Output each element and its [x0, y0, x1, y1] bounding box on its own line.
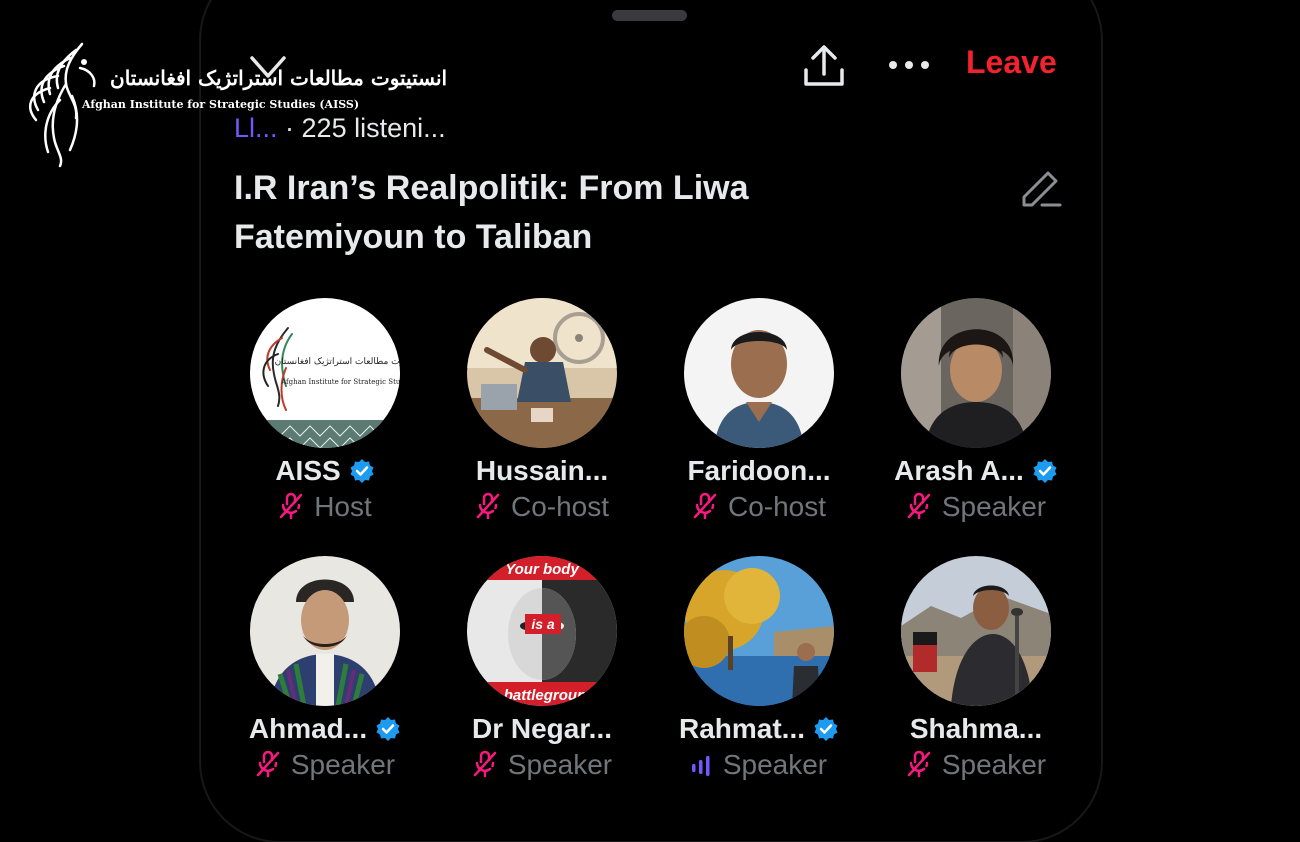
poster-text-top: Your body — [505, 561, 579, 578]
more-icon[interactable] — [887, 55, 931, 75]
speaking-bars-icon — [691, 756, 710, 776]
participant-name: Rahmat... — [664, 713, 854, 745]
avatar[interactable]: انستیتوت مطالعات استراتژیک افغانستان Afg… — [250, 298, 400, 448]
role-text: Co-host — [727, 491, 827, 522]
leave-button[interactable]: Leave — [966, 44, 1057, 81]
role-text: Speaker — [941, 491, 1047, 522]
name-text: Faridoon... — [687, 455, 831, 486]
participant-role: Co-host — [447, 491, 637, 523]
participant-hussain[interactable]: Hussain... Co-host — [447, 298, 664, 528]
avatar[interactable] — [684, 298, 834, 448]
participant-shahma[interactable]: Shahma... Speaker — [881, 556, 1098, 786]
name-text: Arash A... — [894, 455, 1024, 486]
participant-faridoon[interactable]: Faridoon... Co-host — [664, 298, 881, 528]
mic-off-icon — [476, 492, 500, 520]
space-meta: Ll... · 225 listeni... — [234, 113, 446, 144]
avatar[interactable] — [901, 556, 1051, 706]
verified-badge-icon — [1033, 459, 1057, 483]
participant-name: Dr Negar... — [447, 713, 637, 745]
participant-role: Speaker — [881, 749, 1071, 781]
role-text: Host — [314, 491, 372, 522]
participant-aiss[interactable]: انستیتوت مطالعات استراتژیک افغانستان Afg… — [230, 298, 447, 528]
participant-rahmat[interactable]: Rahmat... Speaker — [664, 556, 881, 786]
poster-text-mid: is a — [531, 616, 555, 632]
mic-off-icon — [256, 750, 280, 778]
participant-name: Shahma... — [881, 713, 1071, 745]
participant-name: Hussain... — [447, 455, 637, 487]
mic-off-icon — [907, 750, 931, 778]
mic-off-icon — [907, 492, 931, 520]
participant-arash[interactable]: Arash A... Speaker — [881, 298, 1098, 528]
poster-text-bottom: battlegroun — [504, 687, 587, 704]
participant-role: Speaker — [881, 491, 1071, 523]
share-icon[interactable] — [800, 44, 848, 88]
participant-role: Co-host — [664, 491, 854, 523]
avatar[interactable] — [901, 298, 1051, 448]
chevron-down-icon[interactable] — [248, 52, 288, 82]
avatar[interactable]: Your body is a battlegroun — [467, 556, 617, 706]
role-text: Speaker — [941, 749, 1047, 780]
name-text: Shahma... — [909, 713, 1043, 744]
participant-role: Speaker — [447, 749, 637, 781]
participant-name: AISS — [230, 455, 420, 487]
name-text: AISS — [275, 455, 341, 486]
listener-count: · 225 listeni... — [285, 113, 446, 143]
verified-badge-icon — [376, 717, 400, 741]
aiss-logo-persian: انستیتوت مطالعات استراتژیک افغانستان — [275, 357, 400, 367]
verified-badge-icon — [814, 717, 838, 741]
participant-role: Speaker — [230, 749, 420, 781]
name-text: Hussain... — [475, 455, 609, 486]
mic-off-icon — [693, 492, 717, 520]
role-text: Speaker — [722, 749, 828, 780]
mic-off-icon — [473, 750, 497, 778]
avatar[interactable] — [467, 298, 617, 448]
verified-badge-icon — [350, 459, 374, 483]
avatar[interactable] — [250, 556, 400, 706]
space-title: I.R Iran’s Realpolitik: From Liwa Fatemi… — [234, 169, 749, 256]
participant-role: Host — [230, 491, 420, 523]
sheet-grabber[interactable] — [612, 10, 687, 21]
role-text: Co-host — [510, 491, 610, 522]
participant-negar[interactable]: Your body is a battlegroun Dr Negar... S… — [447, 556, 664, 786]
role-text: Speaker — [290, 749, 396, 780]
participant-name: Faridoon... — [664, 455, 854, 487]
name-text: Dr Negar... — [471, 713, 613, 744]
participant-name: Ahmad... — [230, 713, 420, 745]
avatar[interactable] — [684, 556, 834, 706]
aiss-logo-english: Afghan Institute for Strategic Studies — [280, 378, 400, 386]
participant-name: Arash A... — [881, 455, 1071, 487]
role-text: Speaker — [507, 749, 613, 780]
participant-role: Speaker — [664, 749, 854, 781]
name-text: Rahmat... — [678, 713, 806, 744]
participant-ahmad[interactable]: Ahmad... Speaker — [230, 556, 447, 786]
mic-off-icon — [279, 492, 303, 520]
edit-icon[interactable] — [1020, 167, 1064, 211]
watermark-english-text: Afghan Institute for Strategic Studies (… — [82, 98, 360, 111]
language-label[interactable]: Ll... — [234, 113, 278, 143]
name-text: Ahmad... — [248, 713, 368, 744]
